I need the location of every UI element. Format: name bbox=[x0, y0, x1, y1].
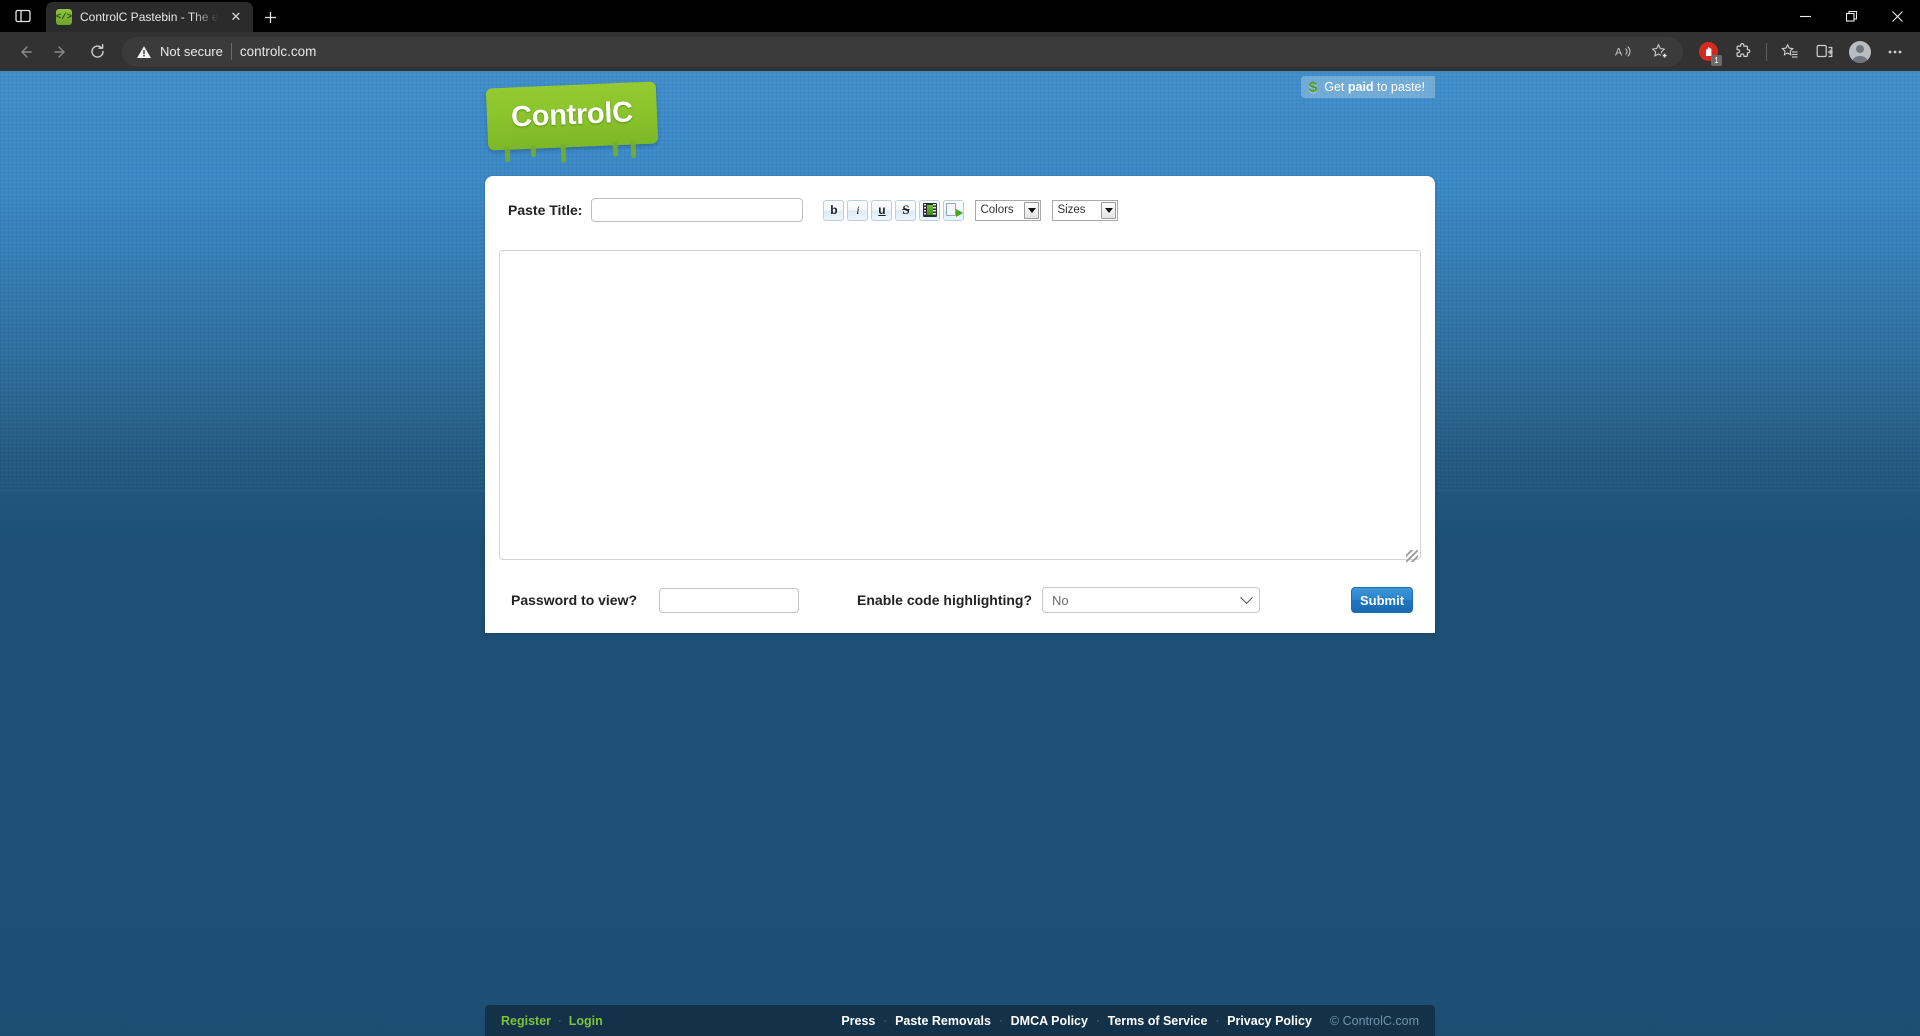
split-screen-icon[interactable] bbox=[1808, 37, 1842, 67]
colors-dropdown-label: Colors bbox=[980, 204, 1014, 216]
password-label: Password to view? bbox=[511, 592, 638, 608]
extension-action-button[interactable]: 1 bbox=[1691, 37, 1725, 67]
restore-icon[interactable] bbox=[1828, 0, 1874, 32]
image-button[interactable] bbox=[919, 199, 941, 221]
toolbar-actions: 1 bbox=[1691, 37, 1912, 67]
header: ControlC $ Get paid to paste! bbox=[485, 71, 1435, 176]
chevron-down-icon bbox=[1240, 590, 1253, 604]
code-highlighting-select[interactable]: No bbox=[1042, 587, 1261, 613]
promo-suffix: to paste! bbox=[1373, 80, 1425, 94]
footer-link-dmca-policy[interactable]: DMCA Policy bbox=[1011, 1014, 1088, 1028]
link-button[interactable] bbox=[943, 199, 965, 221]
chevron-down-icon bbox=[1024, 201, 1040, 219]
link-page-icon bbox=[945, 203, 963, 217]
code-highlighting-value: No bbox=[1052, 592, 1069, 608]
refresh-button[interactable] bbox=[80, 37, 114, 67]
sizes-dropdown[interactable]: Sizes bbox=[1052, 199, 1119, 221]
forward-button[interactable] bbox=[44, 37, 78, 67]
paste-content-wrapper bbox=[499, 236, 1421, 565]
underline-button[interactable]: u bbox=[871, 199, 893, 221]
url-text: controlc.com bbox=[239, 44, 317, 59]
tab-strip: </> ControlC Pastebin - The easiest w ✕ bbox=[0, 0, 1920, 32]
footer-link-press[interactable]: Press bbox=[841, 1014, 875, 1028]
back-button[interactable] bbox=[8, 37, 42, 67]
sizes-dropdown-label: Sizes bbox=[1057, 204, 1086, 216]
add-favorite-icon[interactable] bbox=[1643, 37, 1677, 67]
footer-separator: · bbox=[558, 1014, 562, 1027]
omnibox-divider bbox=[230, 43, 232, 60]
extension-badge-count: 1 bbox=[1711, 54, 1722, 66]
colors-dropdown[interactable]: Colors bbox=[975, 199, 1042, 221]
close-icon[interactable]: ✕ bbox=[227, 8, 245, 26]
film-strip-icon bbox=[922, 203, 937, 217]
page-content: ControlC $ Get paid to paste! Paste Titl… bbox=[485, 71, 1435, 633]
italic-button[interactable]: i bbox=[847, 199, 869, 221]
password-input[interactable] bbox=[659, 587, 800, 613]
bold-button[interactable]: b bbox=[823, 199, 845, 221]
footer-link-login[interactable]: Login bbox=[569, 1014, 603, 1028]
get-paid-text: Get paid to paste! bbox=[1324, 80, 1425, 94]
promo-bold: paid bbox=[1347, 80, 1374, 94]
submit-button[interactable]: Submit bbox=[1351, 587, 1413, 613]
settings-more-icon[interactable] bbox=[1878, 37, 1912, 67]
site-logo-text: ControlC bbox=[510, 95, 634, 134]
tab-title: ControlC Pastebin - The easiest w bbox=[80, 10, 219, 24]
extensions-puzzle-icon[interactable] bbox=[1726, 37, 1760, 67]
paste-options-row: Password to view? Enable code highlighti… bbox=[499, 587, 1421, 613]
footer-separator: · bbox=[1215, 1014, 1220, 1027]
paste-form-card: Paste Title: b i u S Colors Sizes Passwo… bbox=[485, 176, 1435, 633]
svg-text:A: A bbox=[1615, 46, 1623, 58]
new-tab-button[interactable] bbox=[253, 2, 287, 32]
footer-account-links: Register · Login bbox=[501, 1014, 603, 1028]
tab-search-icon bbox=[15, 8, 31, 24]
footer-copyright: © ControlC.com bbox=[1329, 1013, 1419, 1028]
security-status-text: Not secure bbox=[160, 44, 223, 59]
promo-prefix: Get bbox=[1324, 80, 1348, 94]
footer-link-register[interactable]: Register bbox=[501, 1014, 551, 1028]
profile-avatar[interactable] bbox=[1843, 37, 1877, 67]
chevron-down-icon bbox=[1101, 201, 1117, 219]
avatar-image bbox=[1849, 40, 1871, 63]
footer-link-terms-of-service[interactable]: Terms of Service bbox=[1108, 1014, 1208, 1028]
browser-window: </> ControlC Pastebin - The easiest w ✕ bbox=[0, 0, 1920, 1036]
address-bar[interactable]: Not secure controlc.com A bbox=[122, 36, 1683, 67]
omnibox-actions: A bbox=[324, 37, 1677, 67]
browser-toolbar: Not secure controlc.com A 1 bbox=[0, 32, 1920, 71]
close-window-icon[interactable] bbox=[1874, 0, 1920, 32]
page-viewport: ControlC $ Get paid to paste! Paste Titl… bbox=[0, 71, 1920, 1036]
bbcode-toolbar: b i u S Colors Sizes bbox=[823, 199, 1119, 221]
paste-title-input[interactable] bbox=[591, 198, 804, 222]
collections-icon[interactable] bbox=[1773, 37, 1807, 67]
footer-separator: · bbox=[883, 1014, 888, 1027]
tab-search-button[interactable] bbox=[0, 0, 46, 32]
browser-tab[interactable]: </> ControlC Pastebin - The easiest w ✕ bbox=[46, 2, 253, 32]
get-paid-banner[interactable]: $ Get paid to paste! bbox=[1300, 76, 1435, 98]
dollar-icon: $ bbox=[1308, 78, 1318, 96]
read-aloud-icon[interactable]: A bbox=[1607, 37, 1641, 67]
toolbar-divider bbox=[1766, 42, 1767, 61]
minimize-icon[interactable] bbox=[1782, 0, 1828, 32]
strikethrough-button[interactable]: S bbox=[895, 199, 917, 221]
footer-separator: · bbox=[1095, 1014, 1100, 1027]
not-secure-warning-icon bbox=[136, 44, 152, 60]
paste-title-row: Paste Title: b i u S Colors Sizes bbox=[499, 194, 1421, 222]
footer-link-paste-removals[interactable]: Paste Removals bbox=[895, 1014, 991, 1028]
code-highlighting-label: Enable code highlighting? bbox=[857, 592, 1033, 608]
site-footer: Register · Login Press · Paste Removals … bbox=[485, 1005, 1435, 1036]
paste-title-label: Paste Title: bbox=[508, 202, 583, 218]
footer-link-privacy-policy[interactable]: Privacy Policy bbox=[1227, 1014, 1312, 1028]
paste-content-textarea[interactable] bbox=[499, 250, 1421, 560]
window-controls bbox=[1782, 0, 1920, 32]
code-brackets-favicon: </> bbox=[56, 9, 72, 25]
footer-info-links: Press · Paste Removals · DMCA Policy · T… bbox=[841, 1014, 1419, 1028]
footer-separator: · bbox=[998, 1014, 1003, 1027]
